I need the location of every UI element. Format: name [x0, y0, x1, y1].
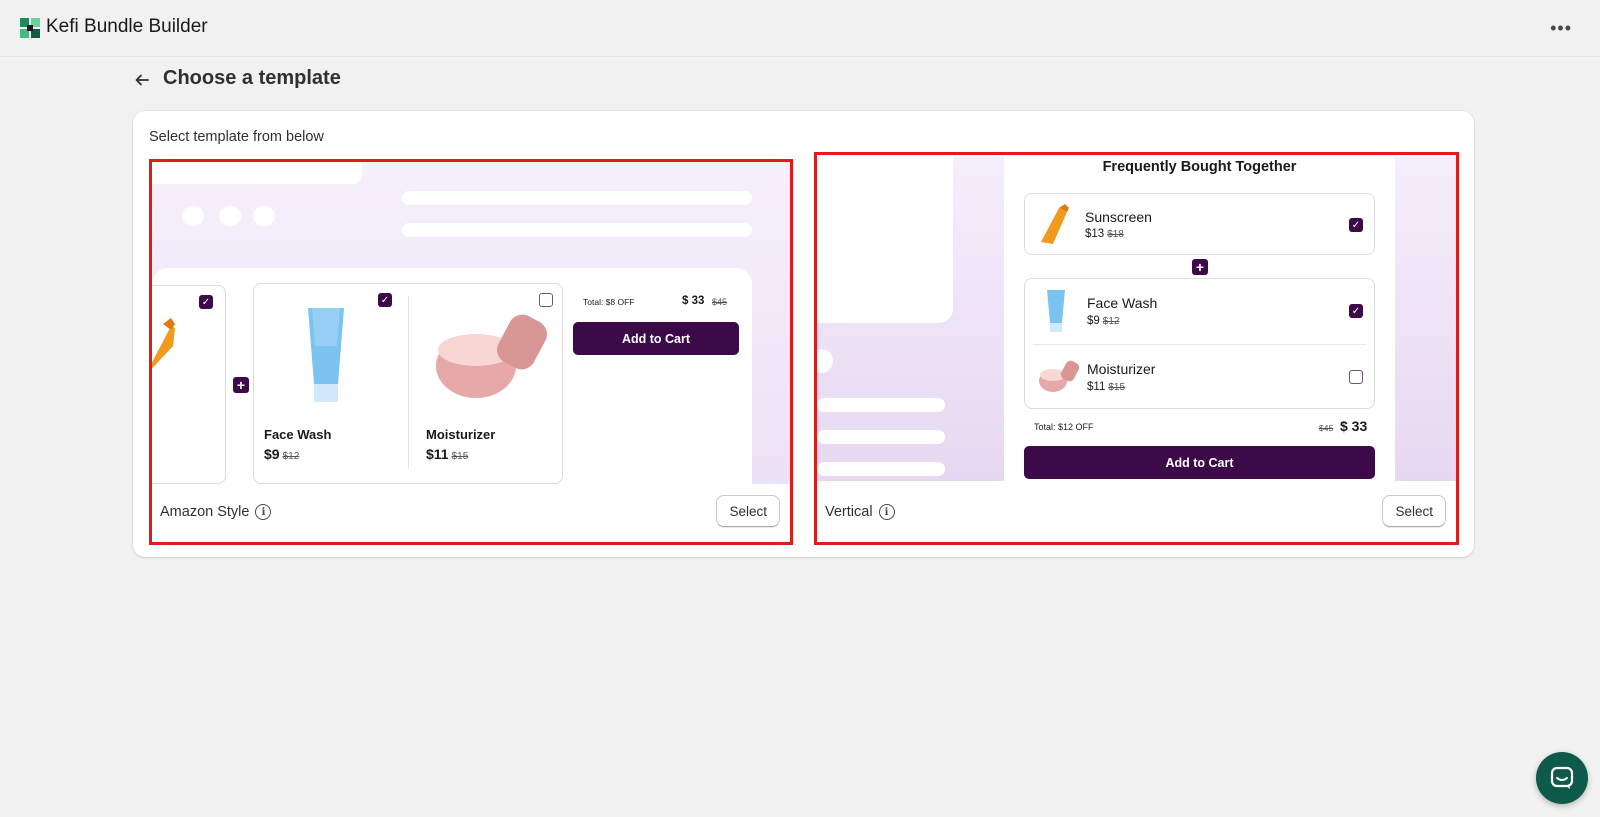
chat-button[interactable]	[1536, 752, 1588, 804]
total-label: Total: $8 OFF	[583, 297, 635, 307]
product-name: Moisturizer	[426, 427, 496, 442]
plus-icon: +	[233, 377, 249, 393]
checkbox-checked[interactable]: ✓	[199, 295, 213, 309]
face-wash-image	[308, 308, 344, 402]
template-vertical[interactable]: Frequently Bought Together Sunscreen $13…	[814, 152, 1459, 545]
card-subtitle: Select template from below	[149, 129, 324, 145]
moisturizer-image	[1039, 360, 1079, 392]
vertical-preview: Frequently Bought Together Sunscreen $13…	[817, 157, 1456, 481]
select-button-amazon-style[interactable]: Select	[716, 495, 780, 527]
page-title: Choose a template	[163, 67, 341, 89]
product-name: Face Wash	[1087, 295, 1158, 311]
add-to-cart-button[interactable]: Add to Cart	[1024, 446, 1375, 479]
product-price: $11 $15	[1087, 381, 1126, 393]
checkbox-checked[interactable]: ✓	[1349, 218, 1363, 232]
product-name: Sunscreen	[1085, 209, 1152, 225]
template-footer: Vertical i Select	[817, 486, 1456, 542]
checkbox-checked[interactable]: ✓	[1349, 304, 1363, 318]
total-old-price: $45	[712, 297, 728, 307]
total-price: $ 33	[682, 295, 705, 307]
kefi-logo-icon	[20, 18, 40, 38]
info-icon[interactable]: i	[255, 504, 272, 520]
more-horizontal-icon[interactable]: •••	[1550, 18, 1572, 39]
face-wash-image	[1047, 290, 1065, 332]
template-footer: Amazon Style i Select	[152, 486, 790, 542]
product-row: Sunscreen $13 $18 ✓	[1024, 193, 1375, 255]
add-to-cart-button[interactable]: Add to Cart	[573, 322, 739, 355]
product-price: $9 $12	[264, 446, 300, 462]
checkbox-unchecked[interactable]	[539, 293, 553, 307]
template-card: Select template from below ✓ n +	[133, 111, 1474, 557]
moisturizer-image	[436, 314, 547, 398]
total-label: Total: $12 OFF	[1034, 422, 1094, 432]
product-group: ✓ Face Wash $9 $12 Moisturizer $11 $15	[253, 283, 563, 484]
top-bar: Kefi Bundle Builder •••	[0, 0, 1600, 57]
arrow-left-icon	[135, 74, 149, 86]
checkbox-unchecked[interactable]	[1349, 370, 1363, 384]
widget-title: Frequently Bought Together	[1102, 159, 1297, 175]
chat-bubble-icon	[1550, 766, 1574, 789]
total-price: $ 33	[1340, 418, 1368, 434]
product-name: Face Wash	[264, 427, 332, 442]
product-name: Moisturizer	[1087, 361, 1156, 377]
bundle-panel: Frequently Bought Together Sunscreen $13…	[1004, 157, 1395, 481]
checkbox-checked[interactable]: ✓	[378, 293, 392, 307]
plus-icon: +	[1192, 259, 1208, 275]
info-icon[interactable]: i	[878, 504, 895, 520]
bundle-panel: ✓ n + ✓ Face Wash $9$12	[152, 268, 752, 484]
amazon-style-preview: ✓ n + ✓ Face Wash $9$12	[152, 162, 790, 484]
product-price: $13 $18	[1085, 228, 1124, 240]
select-button-vertical[interactable]: Select	[1382, 495, 1446, 527]
product-price: $9 $12	[1087, 315, 1120, 327]
template-amazon-style[interactable]: ✓ n + ✓ Face Wash $9$12	[149, 159, 793, 545]
product-card: ✓ n	[152, 285, 226, 484]
total-old-price: $45	[1319, 423, 1334, 433]
template-name: Amazon Style i	[160, 504, 272, 520]
template-name: Vertical i	[825, 504, 895, 520]
sunscreen-image	[152, 318, 175, 369]
product-group: Face Wash $9 $12 ✓ Moisturizer $11 $15	[1024, 278, 1375, 409]
product-price: $11 $15	[426, 446, 469, 462]
app-title: Kefi Bundle Builder	[46, 16, 208, 37]
back-button[interactable]	[130, 68, 154, 92]
sunscreen-image	[1041, 204, 1069, 244]
